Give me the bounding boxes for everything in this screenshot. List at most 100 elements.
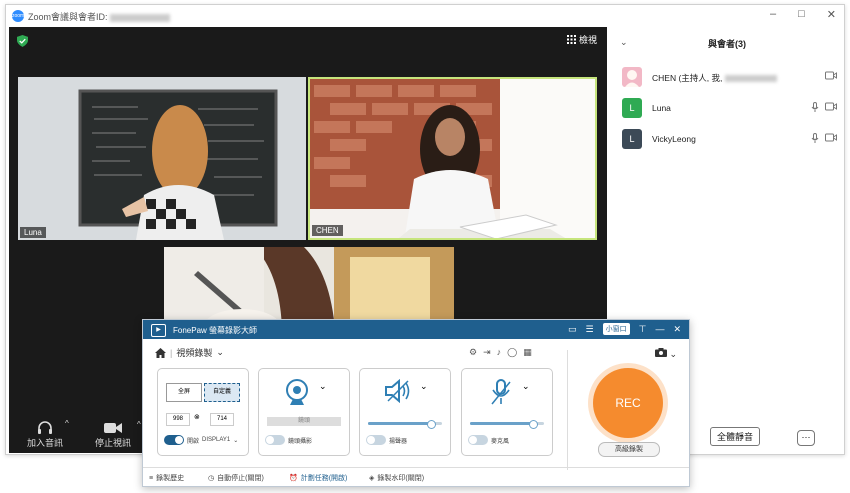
alarm-icon: ⏰ [289,475,298,482]
speaker-icon [385,379,410,403]
clock-icon: ◷ [208,475,215,482]
microphone-icon [491,379,511,405]
microphone-knob[interactable] [528,420,538,429]
video-camera-icon[interactable] [825,71,837,80]
settings-toolbar: ⚙ ⇥ ♪ ◯ ▦ [469,347,532,358]
avatar: L [622,129,642,149]
system-sound-knob[interactable] [426,420,436,429]
rec-button[interactable]: REC [593,368,663,438]
microphone-icon[interactable] [811,102,819,112]
screen-area-card: 全屏 自定義 998 ⊗ 714 開啟 DISPLAY1 ⌄ [157,368,249,456]
screen-toggle[interactable] [164,435,184,445]
video-tile-luna[interactable]: Luna [18,77,306,240]
fonepaw-titlebar: ▶ FonePaw 螢幕錄影大師 ▭ ☰ 小窗口 ⊤ — ✕ [143,320,689,339]
participant-name: VickyLeong [652,134,696,144]
join-audio-label: 加入音訊 [27,438,64,448]
avatar: L [622,98,642,118]
minimize-button[interactable]: – [770,8,776,21]
display-select[interactable]: DISPLAY1 [202,437,230,443]
gear-icon[interactable]: ⚙ [469,347,477,358]
grid-icon [566,35,576,44]
home-icon[interactable] [155,347,166,358]
fonepaw-logo-icon: ▶ [151,324,166,337]
camera-icon [655,348,667,357]
participant-row[interactable]: CHEN (主持人, 我, [622,67,837,89]
blurred-id [725,75,778,83]
link-aspect-icon[interactable]: ⊗ [194,413,200,421]
chevron-down-icon[interactable]: ⌄ [319,381,327,392]
list-icon: ≡ [149,474,154,482]
chevron-up-icon[interactable]: ^ [65,419,69,428]
chevron-up-icon[interactable]: ^ [137,420,141,429]
video-tile-chen[interactable]: CHEN [308,77,597,240]
webcam-card: ⌄ 鏡頭 鏡頭攝影 [258,368,350,456]
system-sound-slider[interactable] [368,420,442,429]
chevron-down-icon[interactable]: ⌄ [522,381,530,392]
avatar-photo-icon [625,70,639,87]
divider [567,350,568,470]
keyboard-icon[interactable]: ▦ [523,347,532,358]
fonepaw-recorder-window: ▶ FonePaw 螢幕錄影大師 ▭ ☰ 小窗口 ⊤ — ✕ | 視頻錄製 ⌄ … [142,319,690,487]
webcam-icon [286,379,308,405]
pin-icon[interactable]: ⊤ [639,324,647,335]
meeting-id-blurred [109,13,170,22]
fullscreen-option[interactable]: 全屏 [166,383,202,402]
participant-row[interactable]: L Luna [622,98,837,120]
zoom-logo-icon: zoom [12,10,24,22]
schedule-task-button[interactable]: ⏰ 計劃任務(開啟) [289,473,347,483]
maximize-button[interactable]: □ [798,8,805,21]
microphone-slider[interactable] [470,420,544,429]
mode-label: 視頻錄製 [176,348,213,358]
system-sound-toggle[interactable] [366,435,386,445]
microphone-label: 麥克風 [491,438,510,445]
view-button[interactable]: 檢視 [566,33,597,46]
record-history-button[interactable]: ≡ 錄製歷史 [149,473,184,483]
video-camera-icon[interactable] [825,102,837,111]
chevron-down-icon[interactable]: ⌄ [216,347,224,358]
feedback-icon[interactable]: ▭ [568,324,577,335]
microphone-toggle[interactable] [468,435,488,445]
export-icon[interactable]: ⇥ [483,347,491,358]
stop-video-button[interactable]: ^ 停止視訊 [95,420,141,449]
mute-all-button[interactable]: 全體靜音 [710,427,761,446]
chevron-down-icon[interactable]: ⌄ [233,437,238,444]
close-button[interactable]: ✕ [827,8,836,21]
chevron-down-icon[interactable]: ⌄ [670,349,678,359]
minimize-button[interactable]: — [655,324,664,334]
fonepaw-footer: ≡ 錄製歷史 ◷ 自動停止(關閉) ⏰ 計劃任務(開啟) ◈ 錄製水印(關閉) [143,467,689,486]
custom-area-option[interactable]: 自定義 [204,383,240,402]
webcam-toggle-label: 鏡頭攝影 [288,438,313,445]
watermark-button[interactable]: ◈ 錄製水印(關閉) [369,473,424,483]
system-sound-fill [368,422,431,425]
avatar [622,67,642,87]
tile-label-luna: Luna [20,227,46,238]
width-input[interactable]: 998 [166,413,190,426]
auto-stop-button[interactable]: ◷ 自動停止(關閉) [208,473,264,483]
microphone-fill [470,422,533,425]
watermark-icon: ◈ [369,475,375,482]
microphone-card: ⌄ 麥克風 [461,368,553,456]
system-sound-label: 揚聲器 [389,438,408,445]
more-options-button[interactable]: ··· [797,430,815,446]
chen-video-feed [310,79,595,238]
close-button[interactable]: ✕ [673,324,681,335]
mouse-icon[interactable]: ◯ [507,347,517,358]
security-shield-icon [17,35,28,47]
participant-name: CHEN (主持人, 我, [652,72,778,84]
mode-selector[interactable]: | 視頻錄製 ⌄ [155,346,224,359]
join-audio-button[interactable]: ^ 加入音訊 [27,419,69,449]
screenshot-button[interactable]: ⌄ [655,348,677,360]
webcam-toggle[interactable] [265,435,285,445]
video-camera-icon[interactable] [825,133,837,142]
tile-label-chen: CHEN [312,225,343,236]
microphone-icon[interactable] [811,133,819,143]
height-input[interactable]: 714 [210,413,234,426]
participant-row[interactable]: L VickyLeong [622,129,837,151]
system-sound-card: ⌄ 揚聲器 [359,368,451,456]
mini-window-button[interactable]: 小窗口 [602,323,630,335]
advanced-recorder-button[interactable]: 高級錄製 [598,442,660,457]
speaker-icon[interactable]: ♪ [497,347,502,358]
menu-icon[interactable]: ☰ [586,324,594,335]
chevron-down-icon[interactable]: ⌄ [420,381,428,392]
webcam-select[interactable]: 鏡頭 [267,417,341,426]
